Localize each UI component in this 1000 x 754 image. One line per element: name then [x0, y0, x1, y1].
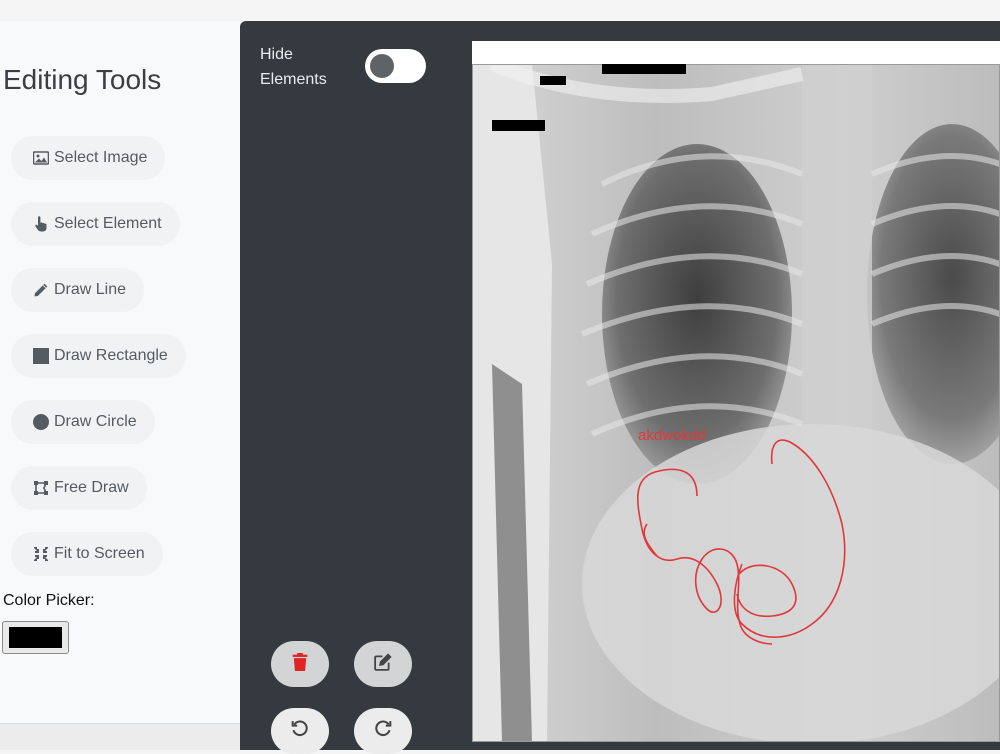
hide-elements-toggle[interactable] — [365, 49, 426, 83]
circle-icon — [33, 414, 49, 430]
select-image-button[interactable]: Select Image — [11, 136, 166, 180]
edit-button[interactable] — [354, 641, 412, 687]
tool-label: Select Element — [54, 215, 162, 232]
draw-circle-button[interactable]: Draw Circle — [11, 400, 155, 444]
toggle-knob — [370, 54, 394, 78]
redaction-bar — [540, 76, 566, 85]
draw-line-button[interactable]: Draw Line — [11, 268, 145, 312]
square-icon — [33, 348, 49, 364]
tool-label: Fit to Screen — [54, 545, 145, 562]
fit-to-screen-button[interactable]: Fit to Screen — [11, 532, 163, 576]
free-draw-button[interactable]: Free Draw — [11, 466, 147, 510]
color-picker-input[interactable] — [2, 621, 69, 654]
undo-icon — [291, 720, 309, 743]
xray-image — [472, 64, 1000, 742]
color-picker-label: Color Picker: — [3, 592, 95, 609]
hide-elements-label: Hide Elements — [260, 46, 327, 88]
annotation-text: akdwokdd — [638, 427, 706, 444]
tool-label: Select Image — [54, 149, 148, 166]
color-swatch — [9, 627, 62, 648]
redaction-bar — [602, 64, 686, 74]
delete-button[interactable] — [271, 641, 329, 687]
pencil-icon — [33, 282, 49, 298]
tool-label: Draw Circle — [54, 413, 137, 430]
redaction-bar — [492, 120, 545, 131]
pointer-hand-icon — [33, 216, 49, 232]
image-canvas[interactable]: akdwokdd — [472, 41, 1000, 742]
redo-button[interactable] — [354, 708, 412, 754]
compress-icon — [33, 546, 49, 562]
select-element-button[interactable]: Select Element — [11, 202, 180, 246]
redo-icon — [374, 720, 392, 743]
edit-icon — [374, 652, 392, 676]
top-bar — [0, 0, 1000, 21]
panel-title: Editing Tools — [3, 64, 162, 95]
panel-footer — [0, 723, 240, 750]
undo-button[interactable] — [271, 708, 329, 754]
image-icon — [33, 150, 49, 166]
tool-label: Draw Rectangle — [54, 347, 168, 364]
tool-label: Free Draw — [54, 479, 129, 496]
tool-label: Draw Line — [54, 281, 127, 298]
draw-rectangle-button[interactable]: Draw Rectangle — [11, 334, 186, 378]
draw-polygon-icon — [33, 480, 49, 496]
trash-icon — [291, 652, 309, 676]
